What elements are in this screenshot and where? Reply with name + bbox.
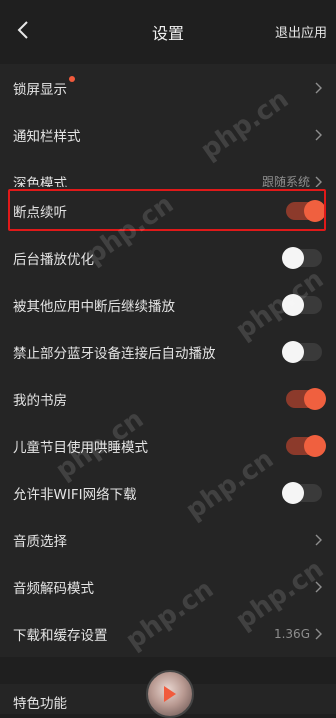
my-study-row[interactable]: 我的书房 <box>0 375 336 422</box>
chevron-right-icon <box>315 581 322 592</box>
chevron-right-icon <box>315 176 322 187</box>
toggle-knob <box>282 340 304 363</box>
row-label: 后台播放优化 <box>13 251 94 268</box>
non-wifi-download-row[interactable]: 允许非WIFI网络下载 <box>0 469 336 516</box>
cache-size-value: 1.36G <box>273 626 310 641</box>
my-study-toggle[interactable] <box>286 387 326 410</box>
audio-quality-row[interactable]: 音质选择 <box>0 516 336 563</box>
row-label: 儿童节目使用哄睡模式 <box>13 439 148 456</box>
background-optimization-toggle[interactable] <box>282 246 322 269</box>
header-bar: 设置 退出应用 <box>0 0 336 60</box>
row-label: 允许非WIFI网络下载 <box>13 486 137 503</box>
non-wifi-download-toggle[interactable] <box>282 481 322 504</box>
row-label: 通知栏样式 <box>13 128 81 145</box>
bluetooth-autoplay-toggle[interactable] <box>282 340 322 363</box>
resume-after-interrupt-toggle[interactable] <box>282 293 322 316</box>
background-optimization-row[interactable]: 后台播放优化 <box>0 234 336 281</box>
row-label: 特色功能 <box>13 696 67 712</box>
new-badge-dot <box>69 75 75 82</box>
row-label: 禁止部分蓝牙设备连接后自动播放 <box>13 345 216 362</box>
row-label: 音质选择 <box>13 533 67 550</box>
row-label: 锁屏显示 <box>13 75 314 98</box>
kids-sleep-mode-row[interactable]: 儿童节目使用哄睡模式 <box>0 422 336 469</box>
settings-group-display: 锁屏显示 通知栏样式 深色模式 跟随系统 <box>0 64 336 205</box>
toggle-knob <box>282 481 304 504</box>
chevron-right-icon <box>315 628 322 639</box>
chevron-right-icon <box>315 129 322 140</box>
mini-player-button[interactable] <box>146 670 194 718</box>
row-label: 音频解码模式 <box>13 580 94 597</box>
row-label: 下载和缓存设置 <box>13 627 108 644</box>
row-label: 我的书房 <box>13 392 67 409</box>
chevron-right-icon <box>315 534 322 545</box>
kids-sleep-mode-toggle[interactable] <box>286 434 326 457</box>
toggle-knob <box>304 387 326 410</box>
settings-group-playback: 断点续听 后台播放优化 被其他应用中断后继续播放 禁止部分蓝牙设备连接后自动播放… <box>0 187 336 657</box>
highlight-box <box>8 189 326 231</box>
lock-screen-display-row[interactable]: 锁屏显示 <box>0 64 336 111</box>
chevron-right-icon <box>315 82 322 93</box>
audio-decode-mode-row[interactable]: 音频解码模式 <box>0 563 336 610</box>
download-cache-row[interactable]: 下载和缓存设置 1.36G <box>0 610 336 657</box>
toggle-knob <box>282 293 304 316</box>
bluetooth-autoplay-row[interactable]: 禁止部分蓝牙设备连接后自动播放 <box>0 328 336 375</box>
resume-after-interrupt-row[interactable]: 被其他应用中断后继续播放 <box>0 281 336 328</box>
notification-style-row[interactable]: 通知栏样式 <box>0 111 336 158</box>
exit-app-button[interactable]: 退出应用 <box>275 22 327 41</box>
play-icon <box>164 686 176 702</box>
toggle-knob <box>282 246 304 269</box>
toggle-knob <box>304 434 326 457</box>
row-label: 被其他应用中断后继续播放 <box>13 298 175 315</box>
